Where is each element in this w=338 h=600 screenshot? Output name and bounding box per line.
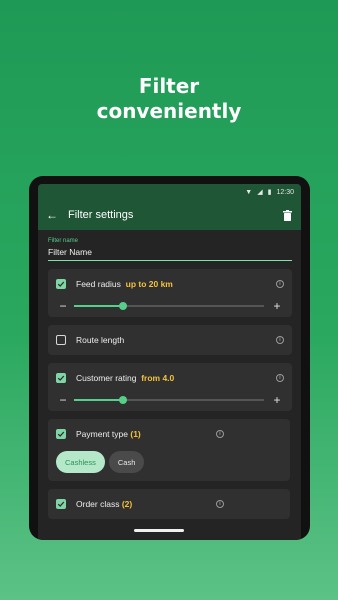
chip-cash[interactable]: Cash [108,451,145,473]
order-class-count: (2) [121,499,133,509]
order-class-card: Order class (2) i [48,489,290,519]
feed-radius-value: up to 20 km [125,279,173,289]
battery-icon: ▮ [267,189,272,196]
slider-fill [74,305,124,307]
customer-rating-value: from 4.0 [141,373,175,383]
decrease-button[interactable]: − [56,394,70,406]
wifi-icon: ▼ [245,188,253,196]
customer-rating-card: Customer rating from 4.0 i − + [48,363,292,411]
feed-radius-checkbox[interactable] [56,279,66,289]
feed-radius-label: Feed radius up to 20 km [76,279,173,289]
signal-icon: ◢ [257,189,263,196]
slider-thumb[interactable] [119,302,128,310]
increase-button[interactable]: + [270,300,284,312]
order-class-checkbox[interactable] [56,499,66,509]
promo-headline: Filter conveniently [0,74,338,124]
home-indicator[interactable] [134,529,184,532]
increase-button[interactable]: + [270,394,284,406]
customer-rating-checkbox[interactable] [56,373,66,383]
promo-line-2: conveniently [96,99,242,123]
route-length-card: Route length i [48,325,292,355]
info-icon[interactable]: i [216,500,224,508]
customer-rating-slider: − + [56,393,284,411]
status-time: 12:30 [276,188,294,196]
slider-fill [74,399,124,401]
payment-type-count: (1) [130,429,141,439]
app-bar: ← Filter settings [38,200,301,230]
info-icon[interactable]: i [276,374,284,382]
payment-type-checkbox[interactable] [56,429,66,439]
feed-radius-slider: − + [56,299,284,317]
info-icon[interactable]: i [216,430,224,438]
info-icon[interactable]: i [276,280,284,288]
chip-cashless[interactable]: Cashless [56,451,105,473]
customer-rating-label: Customer rating from 4.0 [76,373,175,383]
route-length-checkbox[interactable] [56,335,66,345]
trash-icon[interactable] [281,208,293,222]
payment-type-label: Payment type (1) [76,429,141,439]
app-screen: ▼ ◢ ▮ 12:30 ← Filter settings Filter nam… [38,184,301,540]
slider-track[interactable] [74,396,264,404]
payment-options: Cashless Cash [56,449,282,481]
filter-form: Filter name Filter Name Feed radius up t… [38,230,301,519]
order-class-label: Order class (2) [76,499,133,509]
route-length-label: Route length [76,335,125,345]
slider-thumb[interactable] [119,396,128,404]
arrow-back-icon[interactable]: ← [46,208,68,222]
info-icon[interactable]: i [276,336,284,344]
slider-track[interactable] [74,302,264,310]
payment-type-card: Payment type (1) i Cashless Cash [48,419,290,481]
feed-radius-card: Feed radius up to 20 km i − + [48,269,292,317]
filter-name-label: Filter name [48,238,79,244]
promo-line-1: Filter [138,74,200,98]
decrease-button[interactable]: − [56,300,70,312]
status-bar: ▼ ◢ ▮ 12:30 [38,184,301,200]
page-title: Filter settings [68,209,134,221]
filter-name-input[interactable]: Filter Name [48,247,292,261]
tablet-frame: ▼ ◢ ▮ 12:30 ← Filter settings Filter nam… [29,176,310,540]
